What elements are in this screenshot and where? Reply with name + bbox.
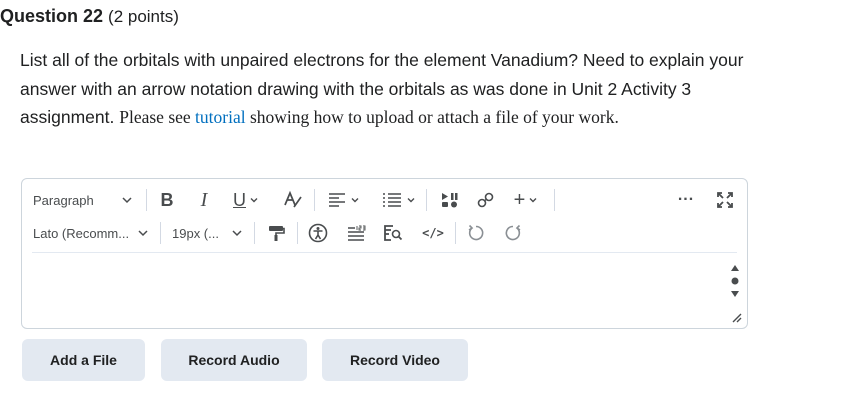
source-code-button[interactable]: </> [420, 219, 446, 247]
word-count-icon [348, 225, 366, 241]
font-size-value: 19px (... [172, 225, 219, 241]
chevron-down-icon [407, 198, 414, 203]
format-painter-icon [269, 226, 285, 241]
italic-icon: I [200, 188, 208, 211]
rich-text-editor[interactable]: Paragraph B I U + ... Lato (Recomm... 19… [21, 178, 748, 329]
question-body-serif-pre: Please see [119, 107, 196, 127]
insert-media-button[interactable] [437, 186, 463, 214]
toolbar-separator [554, 189, 555, 211]
format-select-value: Paragraph [33, 192, 94, 208]
add-file-label: Add a File [50, 352, 117, 368]
more-icon: ... [677, 187, 695, 204]
more-actions-button[interactable]: ... [674, 186, 698, 214]
question-header: Question 22 (2 points) [0, 6, 179, 32]
chevron-down-icon [138, 230, 148, 237]
record-video-label: Record Video [350, 352, 440, 368]
insert-stuff-button[interactable]: + [508, 186, 544, 214]
question-points: (2 points) [108, 7, 179, 26]
toolbar-separator [314, 189, 315, 211]
redo-icon [505, 224, 521, 241]
font-size-select[interactable]: 19px (... [172, 226, 244, 241]
text-color-icon [284, 190, 302, 208]
format-painter-button[interactable] [265, 219, 287, 247]
question-body-serif-post: showing how to upload or attach a file o… [245, 107, 619, 127]
question-text: List all of the orbitals with unpaired e… [20, 46, 780, 132]
chevron-down-icon [529, 198, 537, 203]
italic-button[interactable]: I [194, 186, 214, 214]
add-file-button[interactable]: Add a File [22, 339, 145, 381]
font-family-value: Lato (Recomm... [33, 225, 130, 241]
text-color-button[interactable] [280, 186, 306, 214]
toolbar-separator [297, 222, 298, 244]
underline-button[interactable]: U [229, 186, 263, 214]
undo-button[interactable] [465, 219, 487, 247]
chevron-down-icon [232, 230, 242, 237]
chevron-down-icon [122, 197, 132, 204]
toolbar-separator [426, 189, 427, 211]
resize-handle-icon[interactable] [730, 311, 742, 323]
insert-link-button[interactable] [473, 186, 499, 214]
toolbar-separator [160, 222, 161, 244]
tutorial-link[interactable]: tutorial [195, 107, 246, 127]
align-button[interactable] [323, 186, 363, 214]
bold-icon: B [160, 189, 174, 210]
find-replace-button[interactable] [382, 219, 404, 247]
scroll-indicator-icon[interactable] [730, 264, 740, 298]
word-count-button[interactable] [345, 219, 367, 247]
chevron-down-icon [250, 198, 258, 203]
link-icon [477, 192, 494, 208]
fullscreen-icon [717, 192, 733, 208]
find-replace-icon [384, 225, 403, 241]
list-button[interactable] [377, 186, 419, 214]
undo-icon [468, 224, 484, 241]
redo-button[interactable] [502, 219, 524, 247]
font-family-select[interactable]: Lato (Recomm... [33, 226, 150, 241]
toolbar-separator [254, 222, 255, 244]
record-video-button[interactable]: Record Video [322, 339, 468, 381]
format-select[interactable]: Paragraph [33, 193, 134, 208]
underline-icon: U [233, 189, 246, 210]
toolbar-separator [455, 222, 456, 244]
media-icon [442, 193, 458, 208]
question-title: Question 22 [0, 6, 104, 26]
fullscreen-button[interactable] [712, 186, 738, 214]
source-code-icon: </> [422, 226, 444, 240]
list-icon [382, 193, 401, 207]
accessibility-checker-button[interactable] [307, 219, 329, 247]
align-icon [328, 193, 345, 207]
record-audio-label: Record Audio [188, 352, 280, 368]
bold-button[interactable]: B [156, 186, 178, 214]
insert-icon: + [513, 188, 526, 211]
toolbar-separator [146, 189, 147, 211]
toolbar-row-1: Paragraph B I U + ... [22, 184, 747, 216]
accessibility-icon [308, 223, 328, 243]
editor-toolbar-divider [32, 252, 737, 253]
record-audio-button[interactable]: Record Audio [161, 339, 307, 381]
chevron-down-icon [351, 198, 358, 203]
